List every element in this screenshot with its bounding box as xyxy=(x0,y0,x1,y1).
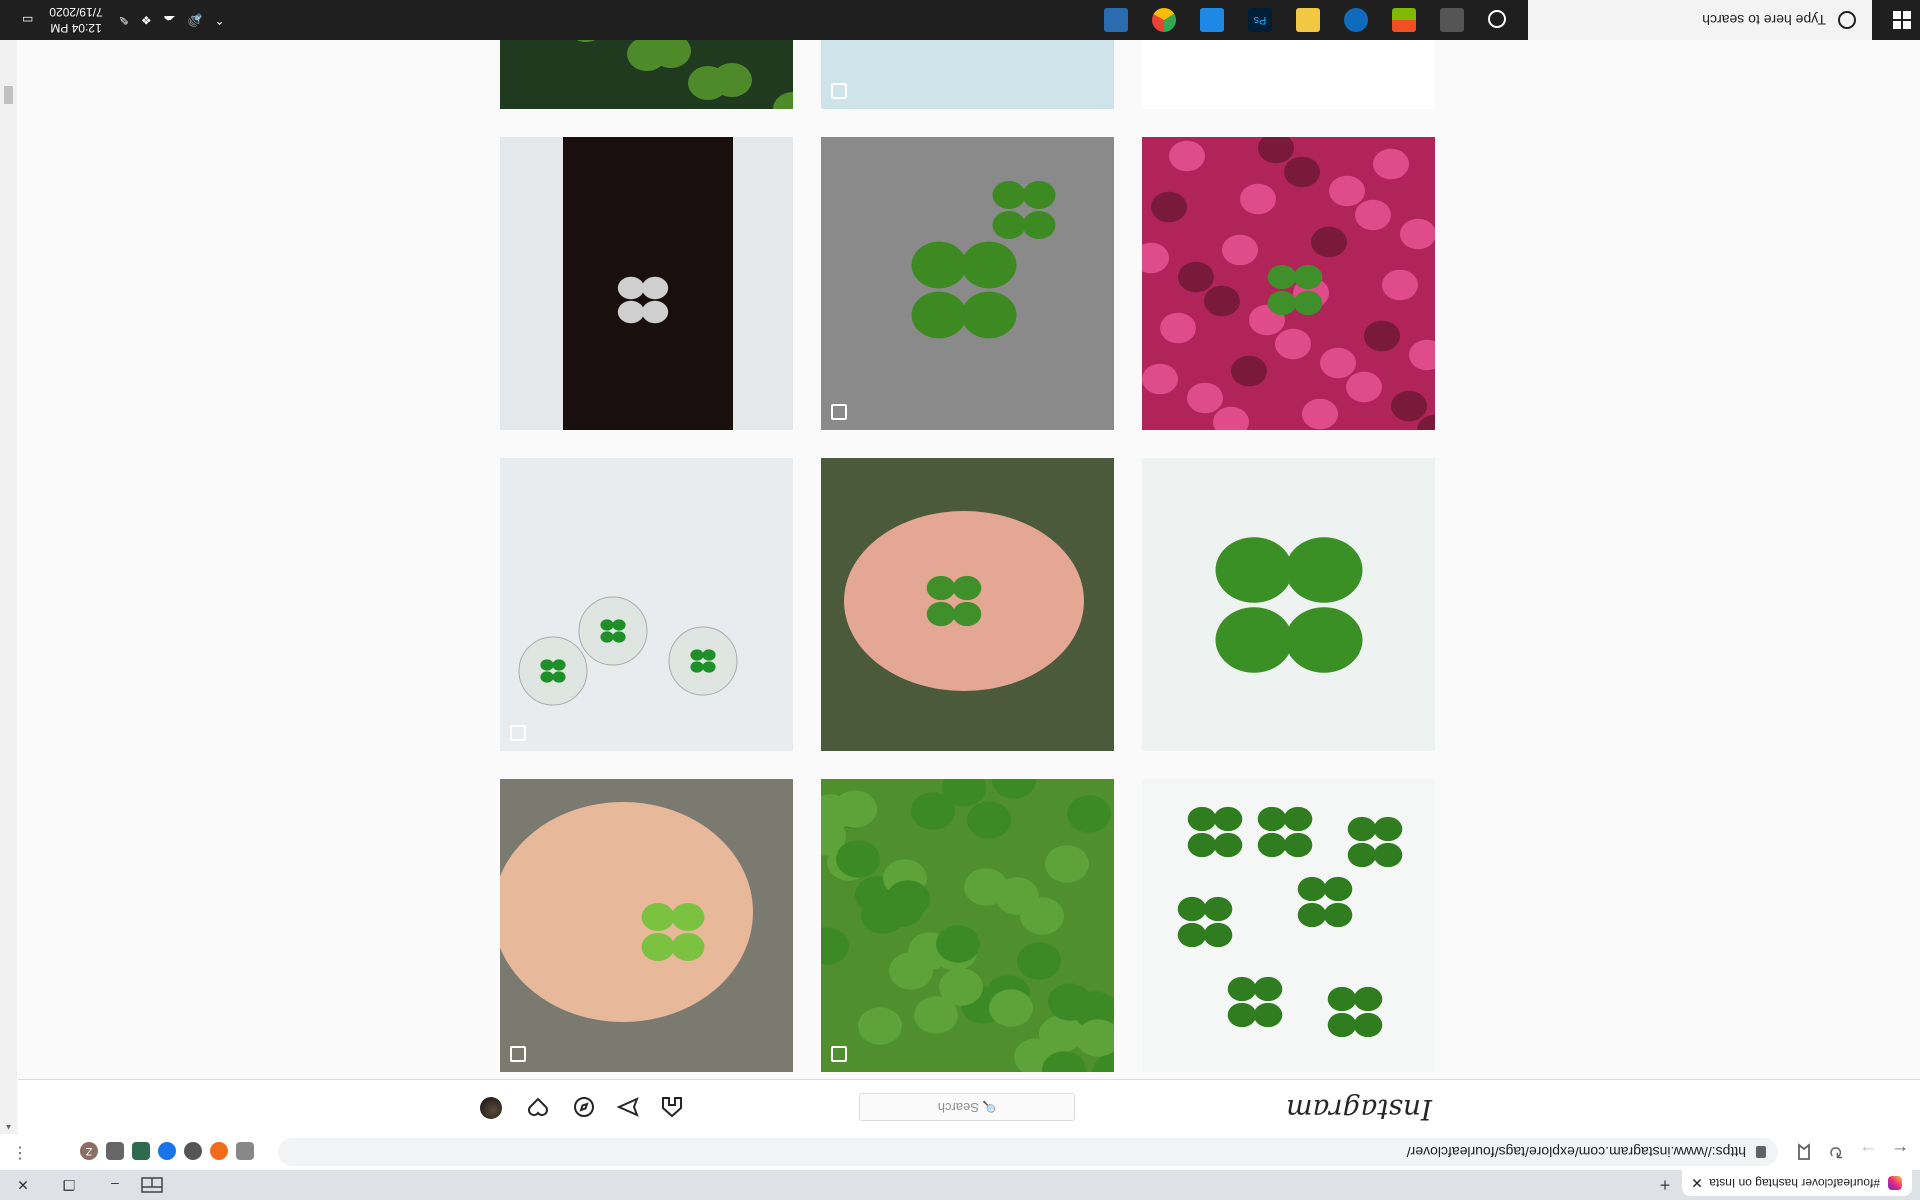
bookmark-shield-icon[interactable] xyxy=(1792,1140,1816,1164)
extension-icon-5[interactable] xyxy=(132,1142,150,1160)
tab-close-icon[interactable]: ✕ xyxy=(1688,1175,1706,1192)
system-tray: ⌃ 🔊 ☁ ❖ ✎ 12:04 PM 7/19/2020 ▭ xyxy=(16,0,231,40)
post-thumbnail[interactable] xyxy=(821,458,1114,751)
clock[interactable]: 12:04 PM 7/19/2020 xyxy=(49,4,102,36)
instagram-logo[interactable]: Instagram xyxy=(1286,1093,1432,1126)
search-placeholder: Search xyxy=(937,1100,979,1115)
task-view-icon[interactable] xyxy=(1440,8,1464,32)
post-thumbnail[interactable] xyxy=(500,458,793,751)
photoshop-icon[interactable]: Ps xyxy=(1248,8,1272,32)
post-thumbnail[interactable] xyxy=(500,137,793,430)
post-thumbnail[interactable] xyxy=(500,779,793,1072)
settings-app-icon[interactable] xyxy=(1104,8,1128,32)
extension-icon-4[interactable] xyxy=(158,1142,176,1160)
browser-toolbar: ← → ↻ https://www.instagram.com/explore/… xyxy=(0,1133,1920,1170)
post-image xyxy=(1142,779,1435,1072)
reload-icon[interactable]: ↻ xyxy=(1824,1140,1848,1164)
post-image xyxy=(1142,458,1435,751)
lock-icon xyxy=(1756,1146,1766,1158)
multiple-photos-icon xyxy=(510,725,526,741)
explore-compass-icon[interactable] xyxy=(572,1095,596,1119)
post-thumbnail[interactable] xyxy=(1142,137,1435,430)
windows-taskbar: Type here to search Ps ⌃ 🔊 ☁ ❖ ✎ 12:04 P… xyxy=(0,0,1920,40)
address-bar[interactable]: https://www.instagram.com/explore/tags/f… xyxy=(278,1138,1778,1166)
store-icon[interactable] xyxy=(1392,8,1416,32)
extension-icon-2[interactable] xyxy=(210,1142,228,1160)
instagram-header: Instagram 🔍 Search xyxy=(18,1079,1920,1134)
search-icon xyxy=(1838,11,1856,29)
page-scrollbar[interactable]: ▲ ▼ xyxy=(0,0,17,1134)
forward-arrow-icon[interactable]: → xyxy=(1856,1140,1880,1164)
browser-tab[interactable]: #fourleafclover hashtag on Insta ✕ xyxy=(1682,1170,1912,1196)
maximize-button[interactable]: ❐ xyxy=(46,1170,92,1200)
chevron-up-icon[interactable]: ⌃ xyxy=(215,13,225,27)
post-image xyxy=(500,137,793,430)
close-window-button[interactable]: ✕ xyxy=(0,1170,46,1200)
taskbar-search-placeholder: Type here to search xyxy=(1702,12,1826,28)
search-input[interactable]: 🔍 Search xyxy=(859,1093,1075,1121)
post-image xyxy=(821,779,1114,1072)
windows-start-icon[interactable] xyxy=(1892,10,1912,30)
post-image xyxy=(1142,137,1435,430)
notifications-icon[interactable]: ▭ xyxy=(22,13,33,27)
browser-tab-strip: #fourleafclover hashtag on Insta ✕ + – ❐… xyxy=(0,1170,1920,1200)
direct-send-icon[interactable] xyxy=(616,1095,640,1119)
cortana-icon[interactable] xyxy=(1488,10,1506,28)
post-image xyxy=(821,458,1114,751)
chrome-icon[interactable] xyxy=(1152,8,1176,32)
window-controls: – ❐ ✕ xyxy=(0,1170,138,1200)
multiple-photos-icon xyxy=(510,1046,526,1062)
user-avatar[interactable] xyxy=(480,1097,502,1119)
post-thumbnail[interactable] xyxy=(1142,779,1435,1072)
url-text[interactable]: https://www.instagram.com/explore/tags/f… xyxy=(1407,1144,1746,1160)
file-explorer-icon[interactable] xyxy=(1296,8,1320,32)
taskbar-search-box[interactable]: Type here to search xyxy=(1528,0,1872,40)
search-icon: 🔍 xyxy=(982,1100,997,1112)
back-arrow-icon[interactable]: ← xyxy=(1888,1140,1912,1164)
clock-time: 12:04 PM xyxy=(50,21,102,35)
onedrive-icon[interactable]: ☁ xyxy=(164,13,176,27)
profile-avatar[interactable]: Z xyxy=(80,1142,98,1160)
post-image xyxy=(500,779,793,1072)
multiple-photos-icon xyxy=(831,83,847,99)
post-thumbnail[interactable] xyxy=(1142,458,1435,751)
extension-icon-1[interactable] xyxy=(236,1142,254,1160)
flipped-screen: #fourleafclover hashtag on Insta ✕ + – ❐… xyxy=(0,0,1920,1200)
menu-dots-icon[interactable]: ⋮ xyxy=(8,1140,32,1164)
pen-icon[interactable]: ✎ xyxy=(119,13,129,27)
minimize-button[interactable]: – xyxy=(92,1170,138,1200)
multiple-photos-icon xyxy=(831,1046,847,1062)
extension-icon-3[interactable] xyxy=(184,1142,202,1160)
edge-icon[interactable] xyxy=(1344,8,1368,32)
post-thumbnail[interactable] xyxy=(821,137,1114,430)
new-tab-button[interactable]: + xyxy=(1654,1174,1676,1196)
post-image xyxy=(500,458,793,751)
scroll-thumb[interactable] xyxy=(4,86,13,104)
clock-date: 7/19/2020 xyxy=(49,5,103,19)
scroll-up-arrow-icon[interactable]: ▲ xyxy=(4,1123,13,1132)
puzzle-icon[interactable] xyxy=(106,1142,124,1160)
tab-layout-icon[interactable] xyxy=(138,1174,166,1196)
post-thumbnail[interactable] xyxy=(821,779,1114,1072)
volume-icon[interactable]: 🔊 xyxy=(188,13,203,27)
dropbox-icon[interactable]: ❖ xyxy=(141,13,152,27)
photos-icon[interactable] xyxy=(1200,8,1224,32)
heart-icon[interactable] xyxy=(526,1095,550,1119)
instagram-favicon-icon xyxy=(1888,1176,1902,1190)
multiple-photos-icon xyxy=(831,404,847,420)
tab-title: #fourleafclover hashtag on Insta xyxy=(1709,1176,1880,1190)
post-image xyxy=(821,137,1114,430)
home-icon[interactable] xyxy=(660,1095,684,1119)
